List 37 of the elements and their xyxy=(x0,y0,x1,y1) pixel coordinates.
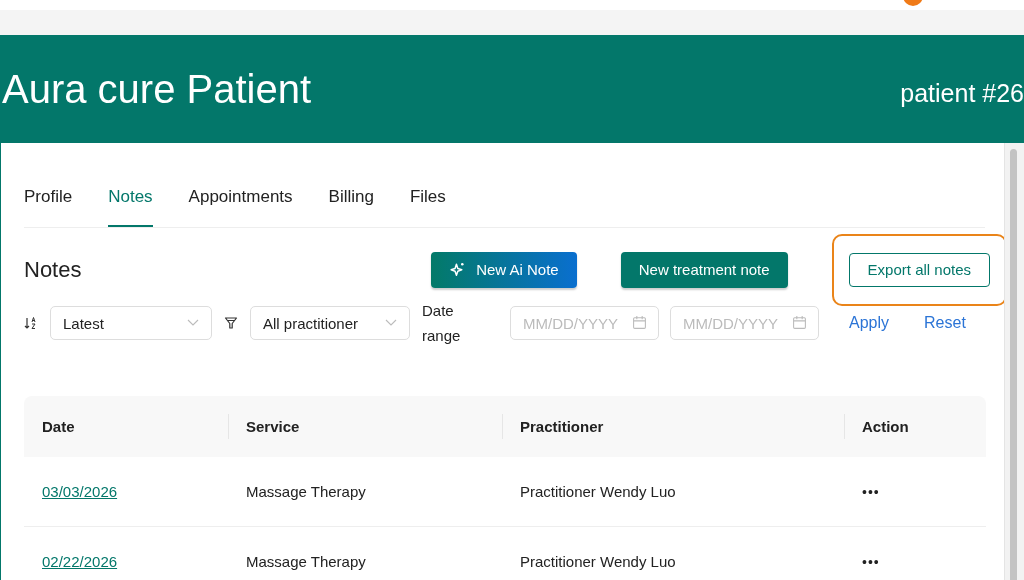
table-cell: Practitioner Wendy Luo xyxy=(520,553,676,570)
table-cell: Practitioner Wendy Luo xyxy=(520,483,676,500)
column-header: Service xyxy=(246,418,300,435)
new-treatment-note-button[interactable]: New treatment note xyxy=(620,251,788,288)
apply-link[interactable]: Apply xyxy=(849,314,890,332)
new-ai-note-button[interactable]: New Ai Note xyxy=(431,251,577,288)
calendar-icon xyxy=(632,315,647,330)
sort-select[interactable]: Latest xyxy=(50,306,212,340)
scrollbar[interactable] xyxy=(1004,143,1024,580)
column-header: Date xyxy=(42,418,75,435)
more-actions-button[interactable]: ••• xyxy=(862,554,880,570)
filter-icon xyxy=(224,316,238,330)
practitioner-select[interactable]: All practitioner xyxy=(250,306,410,340)
table-cell: Massage Therapy xyxy=(246,553,366,570)
patient-id: patient #26 xyxy=(900,78,1024,108)
section-title: Notes xyxy=(24,256,82,283)
column-header: Practitioner xyxy=(520,418,604,435)
calendar-icon xyxy=(792,315,807,330)
column-header: Action xyxy=(862,418,909,435)
chevron-icon xyxy=(385,319,397,327)
date-link[interactable]: 03/03/2026 xyxy=(42,483,118,500)
page-title: Aura cure Patient xyxy=(1,66,312,112)
more-actions-button[interactable]: ••• xyxy=(862,484,880,500)
date-range-label: Date range xyxy=(422,301,462,346)
end-date-field[interactable]: MM/DD/YYYY xyxy=(670,306,819,340)
tab[interactable]: Files xyxy=(409,183,446,227)
tab[interactable]: Appointments xyxy=(188,183,293,227)
start-date-field[interactable]: MM/DD/YYYY xyxy=(510,306,659,340)
chevron-icon xyxy=(187,319,199,327)
tab[interactable]: Billing xyxy=(328,183,374,227)
sort-icon xyxy=(24,316,38,330)
export-button[interactable]: Export all notes xyxy=(848,252,990,287)
tab[interactable]: Profile xyxy=(24,183,73,227)
reset-link[interactable]: Reset xyxy=(924,314,966,332)
tab[interactable]: Notes xyxy=(108,183,153,227)
date-link[interactable]: 02/22/2026 xyxy=(42,553,118,570)
table-cell: Massage Therapy xyxy=(246,483,366,500)
